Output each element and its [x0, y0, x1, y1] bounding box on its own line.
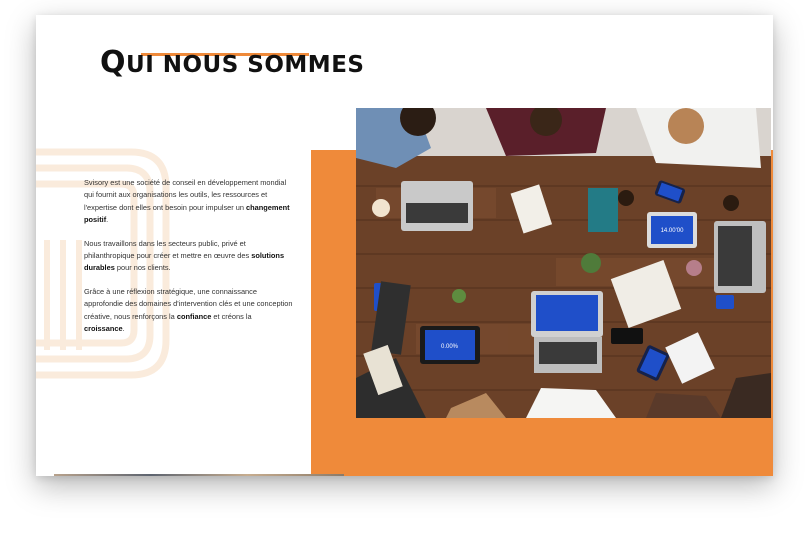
page-title: Qui nous sommes: [100, 45, 364, 80]
bottom-image-strip: [54, 474, 344, 476]
tablet-readout: 14.00'00: [661, 228, 684, 234]
paragraph: Nous travaillons dans les secteurs publi…: [84, 238, 294, 275]
paragraph-text: et créons la: [211, 311, 252, 321]
paragraph-emphasis: confiance: [176, 311, 212, 321]
paragraph: Svisory est une société de conseil en dé…: [84, 177, 294, 226]
paragraph-emphasis: croissance: [84, 323, 123, 333]
title-initial: Q: [100, 45, 127, 80]
paragraph-text: Nous travaillons dans les secteurs publi…: [84, 238, 252, 260]
tablet-readout: 0.00%: [441, 344, 459, 350]
paragraph-text: pour nos clients.: [114, 263, 171, 273]
intro-text: Svisory est une société de conseil en dé…: [84, 177, 294, 347]
paragraph-text: .: [122, 323, 125, 333]
title-rest: ui nous sommes: [126, 52, 365, 78]
team-photo: 14.00'00 0.00%: [356, 108, 771, 418]
slide-card: Qui nous sommes Svisory est une société …: [36, 15, 773, 476]
paragraph: Grâce à une réflexion stratégique, une c…: [84, 286, 294, 335]
paragraph-text: .: [106, 214, 109, 224]
team-photo-illustration: 14.00'00 0.00%: [356, 108, 771, 418]
